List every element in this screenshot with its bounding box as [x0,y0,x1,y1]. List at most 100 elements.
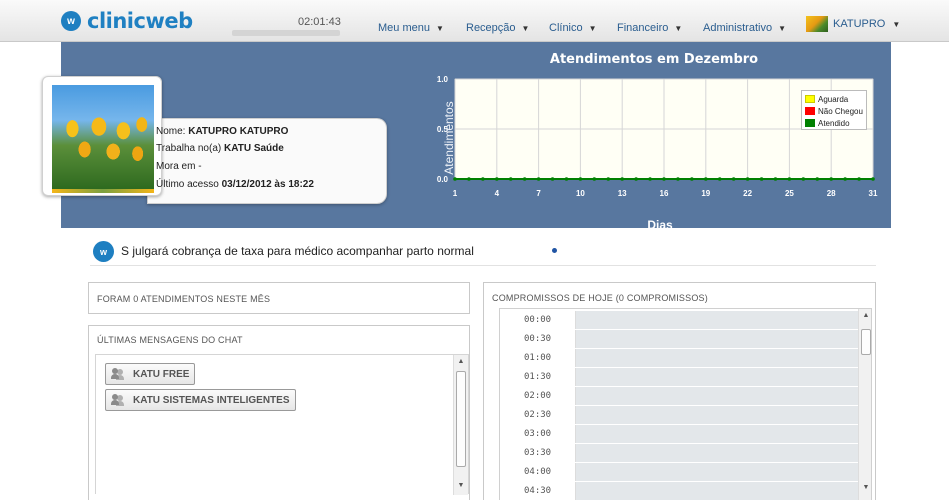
nav-user-menu[interactable]: KATUPRO ▼ [806,16,900,32]
attendance-count-panel: FORAM 0 ATENDIMENTOS NESTE MÊS [88,282,470,314]
agenda-row[interactable]: 03:30 [500,444,858,462]
profile-lives-label: Mora em - [156,161,202,172]
legend-swatch-nao-chegou [805,107,815,115]
chart-x-tick-label: 28 [827,189,836,198]
chat-contact-katu-sistemas[interactable]: KATU SISTEMAS INTELIGENTES [105,389,296,411]
agenda-slot[interactable] [576,311,858,329]
appointments-panel: COMPROMISSOS DE HOJE (0 COMPROMISSOS) 00… [483,282,876,500]
caret-down-icon: ▼ [778,23,786,33]
agenda-slot[interactable] [576,387,858,405]
attendance-count-title: FORAM 0 ATENDIMENTOS NESTE MÊS [97,294,271,304]
chart-data-point [717,177,722,181]
scroll-thumb[interactable] [861,329,871,355]
legend-label: Não Chegou [818,106,863,116]
legend-item-nao-chegou: Não Chegou [805,105,863,117]
scroll-down-arrow-icon[interactable]: ▼ [859,481,871,495]
profile-photo-strip [52,189,154,193]
ticker-pager-dot[interactable] [552,248,557,253]
chart-data-point [495,177,499,181]
chart-data-point [829,177,833,181]
chart-data-point [578,177,583,181]
chart-x-tick-label: 10 [576,189,585,198]
scroll-up-arrow-icon[interactable]: ▲ [859,309,871,323]
agenda-slot[interactable] [576,330,858,348]
top-navigation-bar: w clinicweb 02:01:43 Meu menu ▼ Recepção… [0,0,949,42]
profile-name-line: Nome: KATUPRO KATUPRO [156,126,288,137]
contacts-icon [111,368,125,380]
nav-clinico[interactable]: Clínico ▼ [549,22,597,34]
chart-data-point [745,177,750,181]
chart-data-point [676,177,680,181]
agenda-slot[interactable] [576,444,858,462]
clinicweb-mark-icon: w [93,241,114,262]
caret-down-icon: ▼ [674,23,683,33]
nav-recepcao[interactable]: Recepção ▼ [466,22,529,34]
session-progress-bar [232,30,340,36]
chart-y-tick-label: 0.5 [437,125,449,134]
nav-label: Administrativo [703,22,773,34]
agenda-slot[interactable] [576,406,858,424]
chart-data-point [662,177,666,181]
profile-last-access-value: 03/12/2012 às 18:22 [221,179,314,190]
scroll-down-arrow-icon[interactable]: ▼ [454,479,468,493]
agenda-row[interactable]: 01:00 [500,349,858,367]
scroll-thumb[interactable] [456,371,466,467]
chat-contact-list: KATU FREE KATU SISTEMAS INTELIGENTES ▲ ▼ [95,354,469,495]
agenda-row[interactable]: 04:30 [500,482,858,500]
agenda-slot[interactable] [576,425,858,443]
chart-x-tick-label: 19 [701,189,710,198]
chart-data-point [690,177,694,181]
agenda-row[interactable]: 00:00 [500,311,858,329]
user-name: KATUPRO [833,18,886,30]
legend-swatch-atendido [805,119,815,127]
chart-y-tick-label: 1.0 [437,75,449,84]
agenda-row[interactable]: 03:00 [500,425,858,443]
chart-x-tick-label: 31 [869,189,878,198]
agenda-row[interactable]: 04:00 [500,463,858,481]
chart-x-tick-label: 22 [743,189,752,198]
agenda-slot[interactable] [576,463,858,481]
clinicweb-logo[interactable]: w clinicweb [61,6,193,36]
news-ticker-text[interactable]: S julgará cobrança de taxa para médico a… [121,244,474,258]
chart-x-tick-label: 16 [660,189,669,198]
chart-data-point [564,177,569,181]
agenda-grid: 00:00 00:30 01:00 01:30 02:00 02:30 03:00 03:30… [499,308,872,500]
chart-data-point [871,177,875,181]
nav-meu-menu[interactable]: Meu menu ▼ [378,22,444,34]
agenda-time-label: 02:00 [500,387,576,405]
chat-contact-label: KATU SISTEMAS INTELIGENTES [133,394,290,406]
profile-photo[interactable] [52,85,154,189]
nav-label: Recepção [466,22,516,34]
agenda-time-label: 01:30 [500,368,576,386]
profile-name-value: KATUPRO KATUPRO [188,126,289,137]
chart-plot: 0.0 0.5 1.0 1 4 7 10 13 16 19 22 25 28 31 [437,75,878,198]
agenda-slot[interactable] [576,482,858,500]
nav-financeiro[interactable]: Financeiro ▼ [617,22,682,34]
profile-works-line: Trabalha no(a) KATU Saúde [156,143,284,154]
chat-messages-panel: ÚLTIMAS MENSAGENS DO CHAT KATU FREE KATU… [88,325,470,500]
agenda-time-label: 00:00 [500,311,576,329]
agenda-scrollbar[interactable]: ▲ ▼ [858,309,871,500]
agenda-row[interactable]: 02:30 [500,406,858,424]
session-clock: 02:01:43 [298,16,341,28]
chat-scrollbar[interactable]: ▲ ▼ [453,355,468,495]
chat-contact-katu-free[interactable]: KATU FREE [105,363,196,385]
chart-x-tick-label: 4 [495,189,500,198]
agenda-row[interactable]: 01:30 [500,368,858,386]
scroll-up-arrow-icon[interactable]: ▲ [454,355,468,369]
agenda-slot[interactable] [576,368,858,386]
agenda-row[interactable]: 02:00 [500,387,858,405]
chart-y-tick-label: 0.0 [437,175,449,184]
agenda-time-label: 01:00 [500,349,576,367]
agenda-time-label: 04:00 [500,463,576,481]
chart-data-point [606,177,611,181]
nav-administrativo[interactable]: Administrativo ▼ [703,22,786,34]
profile-photo-frame [42,76,162,196]
agenda-row[interactable]: 00:30 [500,330,858,348]
profile-last-access-line: Último acesso 03/12/2012 às 18:22 [156,179,314,190]
chart-data-point [634,177,638,181]
agenda-slot[interactable] [576,349,858,367]
appointments-title: COMPROMISSOS DE HOJE (0 COMPROMISSOS) [492,293,708,303]
profile-works-value: KATU Saúde [224,143,284,154]
caret-down-icon: ▼ [588,23,597,33]
